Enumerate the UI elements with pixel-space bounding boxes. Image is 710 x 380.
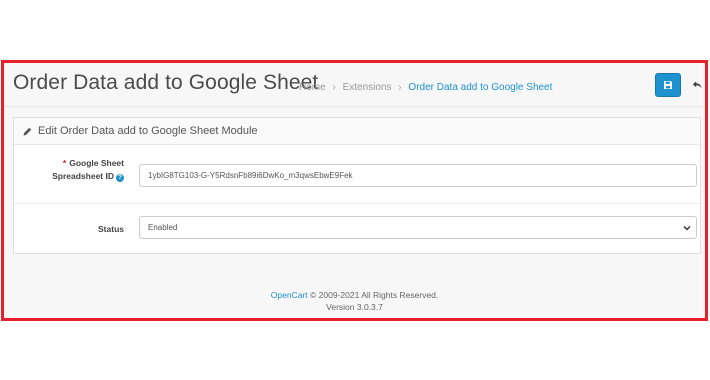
status-value: Enabled (148, 223, 178, 232)
highlight-frame: Order Data add to Google Sheet Home › Ex… (1, 60, 708, 321)
pencil-icon (23, 127, 32, 135)
save-button[interactable] (655, 73, 681, 97)
spreadsheet-id-row: * Google Sheet Spreadsheet ID? 1ybIG8TG10… (14, 146, 700, 204)
copyright-text: © 2009-2021 All Rights Reserved. (310, 290, 439, 300)
edit-module-panel: Edit Order Data add to Google Sheet Modu… (13, 117, 701, 254)
opencart-link[interactable]: OpenCart (271, 290, 308, 300)
spreadsheet-id-value: 1ybIG8TG103-G-Y5RdsnFb89i6DwKo_m3qwsEbwE… (148, 171, 353, 180)
panel-heading: Edit Order Data add to Google Sheet Modu… (14, 118, 700, 145)
back-button[interactable] (688, 73, 705, 97)
chevron-down-icon (683, 225, 691, 231)
footer-copyright-line: OpenCart © 2009-2021 All Rights Reserved… (4, 289, 705, 301)
breadcrumb-home[interactable]: Home (299, 82, 326, 93)
required-mark: * (62, 158, 67, 168)
breadcrumb-separator: › (332, 82, 336, 93)
header-divider (4, 106, 705, 107)
breadcrumb-separator: › (398, 82, 402, 93)
reply-icon (692, 81, 702, 89)
label-line-1: Google Sheet (69, 158, 124, 168)
status-row: Status Enabled (14, 204, 700, 254)
spreadsheet-id-input[interactable]: 1ybIG8TG103-G-Y5RdsnFb89i6DwKo_m3qwsEbwE… (139, 164, 697, 187)
breadcrumb: Home › Extensions › Order Data add to Go… (299, 82, 552, 93)
breadcrumb-current[interactable]: Order Data add to Google Sheet (408, 82, 552, 93)
question-circle-icon[interactable]: ? (116, 174, 124, 182)
breadcrumb-extensions[interactable]: Extensions (343, 82, 392, 93)
status-select[interactable]: Enabled (139, 216, 697, 239)
page-header: Order Data add to Google Sheet Home › Ex… (4, 63, 705, 107)
version-text: Version 3.0.3.7 (326, 302, 383, 312)
panel-title: Edit Order Data add to Google Sheet Modu… (38, 125, 258, 137)
page-title: Order Data add to Google Sheet (13, 71, 319, 94)
spreadsheet-id-label: * Google Sheet Spreadsheet ID? (52, 157, 124, 183)
label-line-2: Spreadsheet ID (52, 171, 114, 181)
footer: OpenCart © 2009-2021 All Rights Reserved… (4, 289, 705, 313)
admin-content: Order Data add to Google Sheet Home › Ex… (4, 63, 705, 318)
status-label: Status (98, 224, 124, 234)
floppy-disk-icon (664, 81, 672, 89)
